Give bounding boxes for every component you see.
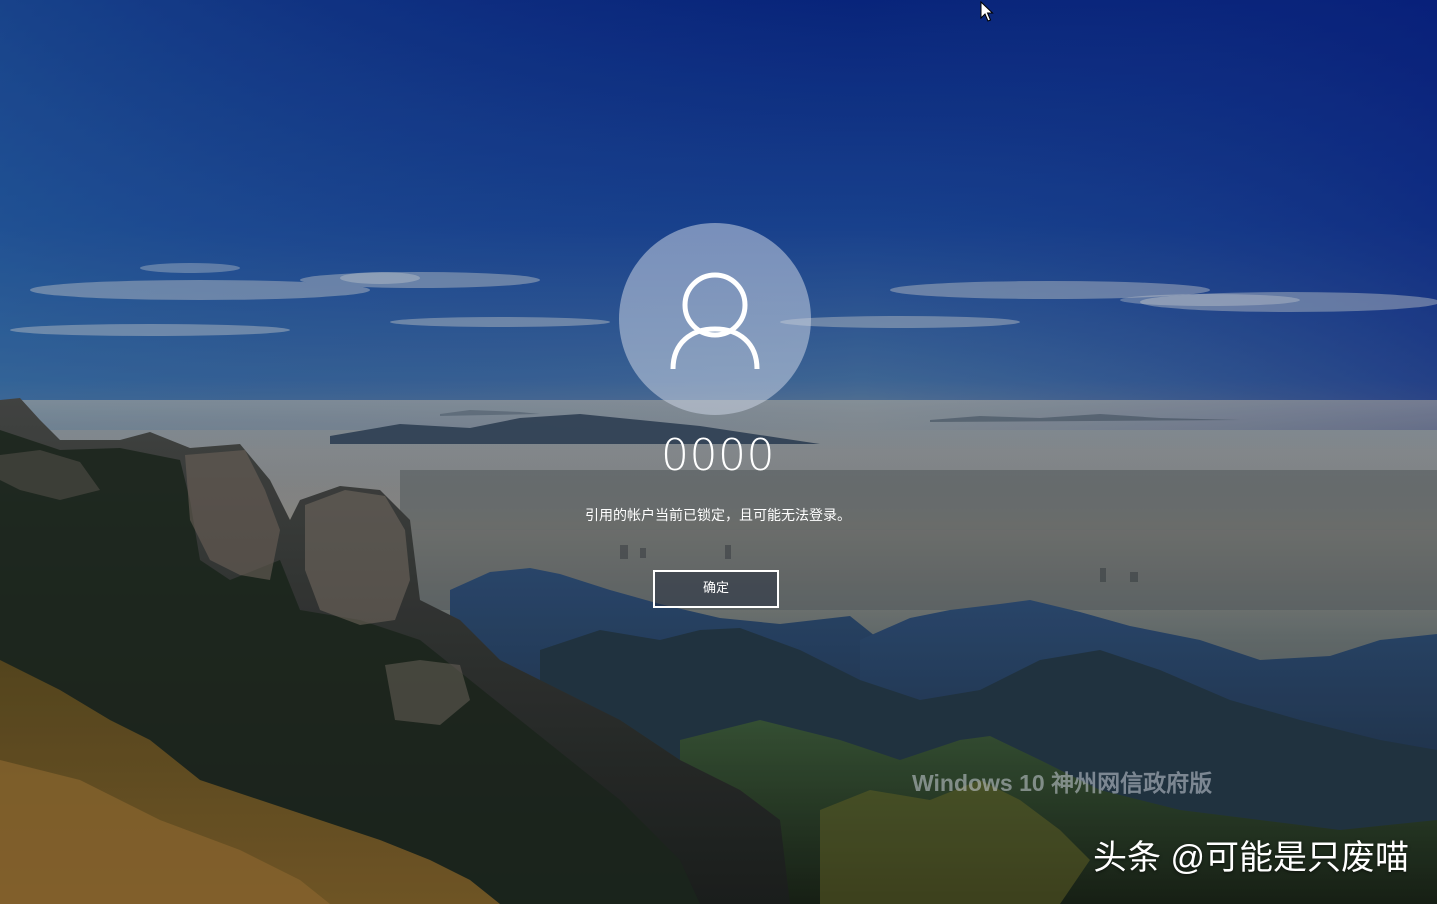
- user-silhouette-icon: [670, 272, 760, 370]
- ok-button[interactable]: 确定: [653, 570, 779, 608]
- edition-watermark: Windows 10 神州网信政府版: [912, 770, 1213, 796]
- source-credit: 头条 @可能是只废喵: [1093, 839, 1409, 877]
- account-locked-message: 引用的帐户当前已锁定，且可能无法登录。: [585, 508, 851, 524]
- account-username: 0000: [661, 430, 775, 481]
- user-avatar: [619, 223, 811, 415]
- lock-screen: 0000 引用的帐户当前已锁定，且可能无法登录。 确定 Windows 10 神…: [0, 0, 1437, 904]
- arrow-cursor-icon: [980, 1, 994, 22]
